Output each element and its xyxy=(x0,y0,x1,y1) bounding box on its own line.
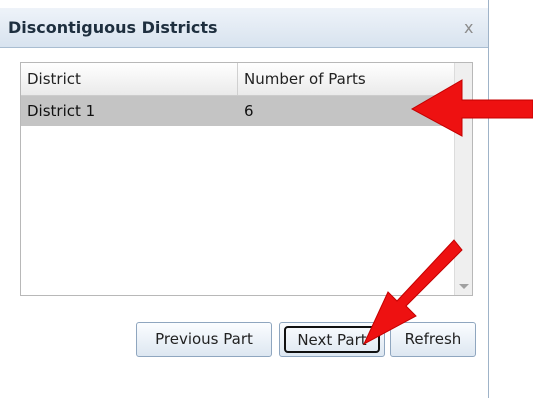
close-icon[interactable]: x xyxy=(464,8,473,47)
row-arrow-shape xyxy=(410,79,533,137)
grid-header: District Number of Parts xyxy=(21,63,454,96)
previous-part-button[interactable]: Previous Part xyxy=(136,322,272,357)
dialog-titlebar: Discontiguous Districts x xyxy=(0,8,488,48)
table-row[interactable]: District 1 6 xyxy=(21,96,454,126)
button-annotation-arrow xyxy=(362,239,463,346)
column-header-district[interactable]: District xyxy=(21,63,238,95)
row-annotation-arrow xyxy=(410,79,533,137)
dialog-title: Discontiguous Districts xyxy=(8,18,218,37)
cell-district: District 1 xyxy=(27,102,96,120)
button-arrow-shape xyxy=(362,239,463,346)
